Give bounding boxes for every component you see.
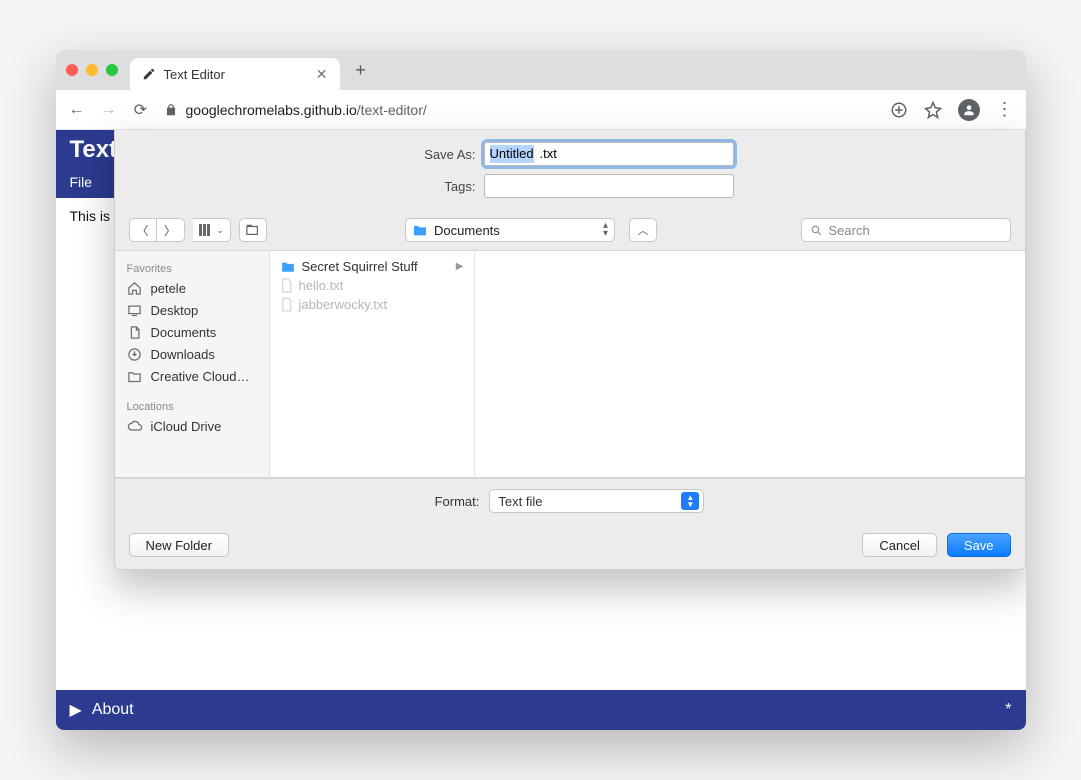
folder-icon: [127, 368, 143, 384]
list-item-label: Secret Squirrel Stuff: [302, 259, 418, 274]
folder-icon: [280, 260, 296, 273]
file-icon: [280, 278, 293, 293]
tab-title: Text Editor: [164, 67, 225, 82]
sidebar-item-home[interactable]: petele: [115, 277, 269, 299]
list-item: hello.txt: [274, 276, 470, 295]
save-button[interactable]: Save: [947, 533, 1011, 557]
unsaved-indicator: *: [1005, 701, 1011, 719]
folder-icon: [412, 223, 428, 237]
lock-icon: [164, 103, 178, 117]
sidebar-item-label: Documents: [151, 325, 217, 340]
select-arrows-icon: ▲▼: [681, 492, 699, 510]
profile-avatar-icon[interactable]: [958, 99, 980, 121]
reload-button[interactable]: ⟳: [132, 100, 150, 120]
list-item[interactable]: Secret Squirrel Stuff ▶: [274, 257, 470, 276]
window-titlebar: Text Editor ✕ +: [56, 50, 1026, 90]
save-dialog: Save As: Untitled .txt Tags: 〈 〉: [114, 130, 1026, 570]
list-item: jabberwocky.txt: [274, 295, 470, 314]
file-icon: [280, 297, 293, 312]
desktop-icon: [127, 302, 143, 318]
format-select[interactable]: Text file ▲▼: [489, 489, 704, 513]
new-tab-button[interactable]: +: [346, 60, 376, 81]
sidebar-item-label: Downloads: [151, 347, 215, 362]
sidebar-item-creative-cloud[interactable]: Creative Cloud…: [115, 365, 269, 387]
forward-button[interactable]: →: [100, 101, 118, 119]
group-button[interactable]: [239, 218, 267, 242]
file-column-1: [475, 251, 1025, 477]
nav-back-button[interactable]: 〈: [129, 218, 157, 242]
bookmark-star-icon[interactable]: [924, 101, 942, 119]
minimize-window-button[interactable]: [86, 64, 98, 76]
finder-sidebar: Favorites petele Desktop Documents: [115, 251, 270, 477]
nav-forward-button[interactable]: 〉: [157, 218, 185, 242]
zoom-window-button[interactable]: [106, 64, 118, 76]
location-name: Documents: [434, 223, 500, 238]
list-item-label: hello.txt: [299, 278, 344, 293]
chevron-right-icon: ▶: [456, 261, 464, 272]
window-controls: [66, 64, 118, 76]
sidebar-item-label: Creative Cloud…: [151, 369, 250, 384]
sidebar-item-icloud[interactable]: iCloud Drive: [115, 415, 269, 437]
location-popup[interactable]: Documents ▴▾: [405, 218, 615, 242]
browser-tab[interactable]: Text Editor ✕: [130, 58, 340, 90]
url-host: googlechromelabs.github.io: [186, 102, 357, 118]
search-placeholder: Search: [829, 223, 870, 238]
sidebar-item-downloads[interactable]: Downloads: [115, 343, 269, 365]
list-item-label: jabberwocky.txt: [299, 297, 388, 312]
view-mode-button[interactable]: ⌄: [193, 218, 232, 242]
page-content: Text File This is a n ▶ About * Save As:…: [56, 130, 1026, 730]
cloud-icon: [127, 418, 143, 434]
file-column-0: Secret Squirrel Stuff ▶ hello.txt jabber…: [270, 251, 475, 477]
footer-about[interactable]: About: [92, 701, 134, 719]
sidebar-favorites-header: Favorites: [115, 259, 269, 277]
format-value: Text file: [498, 494, 542, 509]
close-tab-button[interactable]: ✕: [316, 66, 328, 83]
chevron-up-icon: ︿: [638, 222, 649, 238]
back-button[interactable]: ←: [68, 101, 86, 119]
pencil-icon: [142, 67, 156, 81]
sidebar-item-desktop[interactable]: Desktop: [115, 299, 269, 321]
saveas-selection: Untitled: [490, 145, 534, 163]
collapse-button[interactable]: ︿: [629, 218, 657, 242]
stepper-arrows-icon: ▴▾: [603, 222, 608, 238]
downloads-icon: [127, 346, 143, 362]
sidebar-item-label: Desktop: [151, 303, 199, 318]
chrome-menu-icon[interactable]: ⋮: [996, 99, 1014, 120]
chrome-window: Text Editor ✕ + ← → ⟳ googlechromelabs.g…: [56, 50, 1026, 730]
close-window-button[interactable]: [66, 64, 78, 76]
cancel-button[interactable]: Cancel: [862, 533, 936, 557]
search-icon: [810, 224, 823, 237]
sidebar-item-documents[interactable]: Documents: [115, 321, 269, 343]
tags-input[interactable]: [484, 174, 734, 198]
app-footer: ▶ About *: [56, 690, 1026, 730]
url-path: /text-editor/: [357, 102, 427, 118]
chevron-down-icon: ⌄: [217, 225, 225, 236]
browser-toolbar: ← → ⟳ googlechromelabs.github.io/text-ed…: [56, 90, 1026, 130]
tags-label: Tags:: [406, 179, 476, 194]
install-app-icon[interactable]: [890, 101, 908, 119]
sidebar-locations-header: Locations: [115, 397, 269, 415]
home-icon: [127, 280, 143, 296]
sidebar-item-label: petele: [151, 281, 186, 296]
search-field[interactable]: Search: [801, 218, 1011, 242]
new-folder-button[interactable]: New Folder: [129, 533, 229, 557]
address-bar[interactable]: googlechromelabs.github.io/text-editor/: [164, 102, 876, 118]
disclosure-triangle-icon[interactable]: ▶: [70, 700, 82, 720]
format-label: Format:: [435, 494, 480, 509]
documents-icon: [127, 324, 143, 340]
sidebar-item-label: iCloud Drive: [151, 419, 222, 434]
saveas-suffix: .txt: [540, 145, 557, 163]
saveas-label: Save As:: [406, 147, 476, 162]
